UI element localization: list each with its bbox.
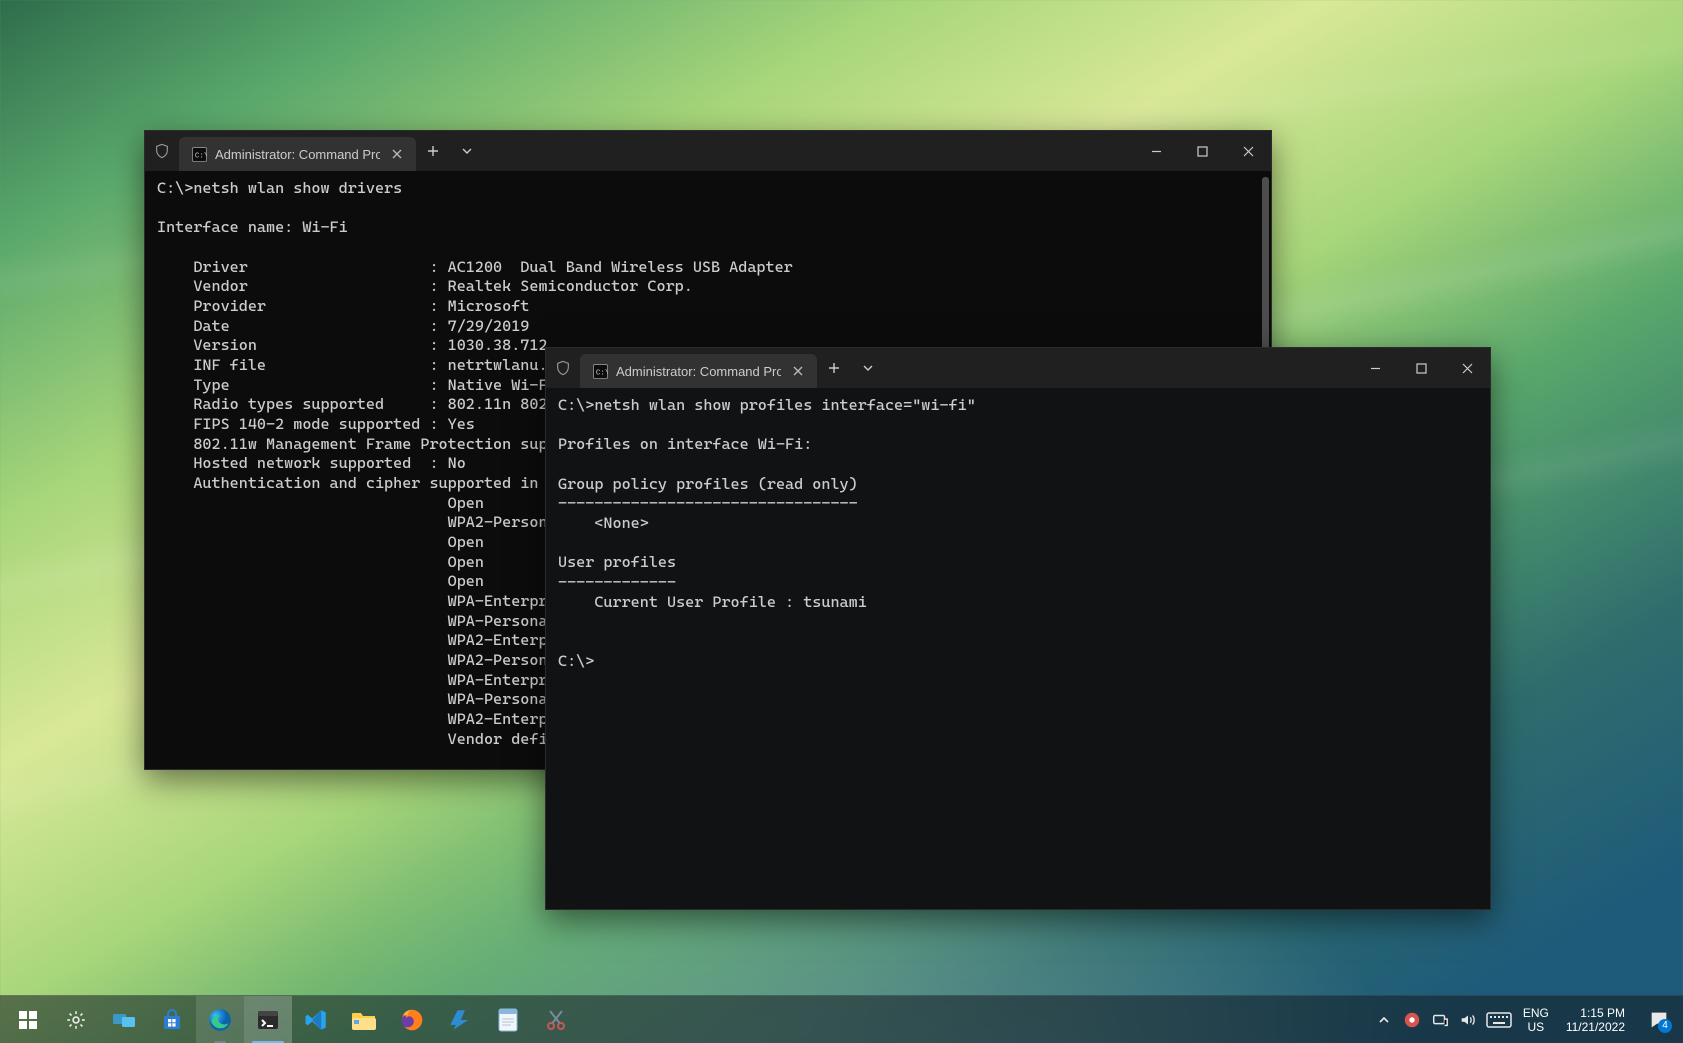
tray-chevron-icon[interactable]: [1370, 996, 1398, 1043]
clock-time: 1:15 PM: [1580, 1006, 1625, 1020]
notification-badge: 4: [1658, 1019, 1672, 1033]
tab-tools: [416, 131, 484, 171]
action-center-button[interactable]: 4: [1635, 1009, 1683, 1031]
tab-tools: [817, 348, 885, 388]
tab-dropdown-button[interactable]: [851, 348, 885, 388]
maximize-button[interactable]: [1179, 131, 1225, 171]
tab-close-button[interactable]: [388, 145, 406, 163]
maximize-button[interactable]: [1398, 348, 1444, 388]
close-button[interactable]: [1225, 131, 1271, 171]
terminal-body[interactable]: C:\>netsh wlan show profiles interface="…: [546, 388, 1490, 909]
settings-icon[interactable]: [52, 996, 100, 1043]
uac-shield-icon: [145, 131, 179, 171]
clock[interactable]: 1:15 PM 11/21/2022: [1556, 1006, 1635, 1034]
titlebar-drag-area[interactable]: [484, 131, 1133, 171]
file-explorer-icon[interactable]: [340, 996, 388, 1043]
minimize-button[interactable]: [1352, 348, 1398, 388]
start-button[interactable]: [4, 996, 52, 1043]
windows-terminal-icon[interactable]: [244, 996, 292, 1043]
notification-icon: 4: [1648, 1009, 1670, 1031]
titlebar[interactable]: C:\ Administrator: Command Prom: [145, 131, 1271, 171]
taskbar-left: [0, 996, 580, 1043]
cmd-icon: C:\: [191, 146, 207, 162]
cmd-icon: C:\: [592, 363, 608, 379]
tab-title: Administrator: Command Prom: [215, 147, 380, 162]
azure-icon[interactable]: [436, 996, 484, 1043]
volume-icon[interactable]: [1454, 996, 1482, 1043]
lang-primary: ENG: [1523, 1006, 1549, 1020]
titlebar-drag-area[interactable]: [885, 348, 1352, 388]
svg-text:C:\: C:\: [595, 369, 607, 377]
terminal-window-2[interactable]: C:\ Administrator: Command Prom: [545, 347, 1491, 910]
microsoft-store-icon[interactable]: [148, 996, 196, 1043]
terminal-output: C:\>netsh wlan show profiles interface="…: [558, 396, 1484, 671]
lang-secondary: US: [1527, 1020, 1544, 1034]
clock-date: 11/21/2022: [1566, 1020, 1625, 1034]
uac-shield-icon: [546, 348, 580, 388]
task-view-icon[interactable]: [100, 996, 148, 1043]
new-tab-button[interactable]: [416, 131, 450, 171]
vscode-icon[interactable]: [292, 996, 340, 1043]
minimize-button[interactable]: [1133, 131, 1179, 171]
tab-title: Administrator: Command Prom: [616, 364, 781, 379]
snipping-tool-icon[interactable]: [532, 996, 580, 1043]
window-controls: [1133, 131, 1271, 171]
new-tab-button[interactable]: [817, 348, 851, 388]
window-controls: [1352, 348, 1490, 388]
tray-security-icon[interactable]: [1398, 996, 1426, 1043]
svg-text:C:\: C:\: [194, 152, 206, 160]
taskbar: ENG US 1:15 PM 11/21/2022 4: [0, 995, 1683, 1043]
close-button[interactable]: [1444, 348, 1490, 388]
taskbar-spacer[interactable]: [580, 996, 1370, 1043]
titlebar[interactable]: C:\ Administrator: Command Prom: [546, 348, 1490, 388]
keyboard-icon[interactable]: [1482, 996, 1516, 1043]
tab-command-prompt[interactable]: C:\ Administrator: Command Prom: [580, 354, 817, 388]
tab-dropdown-button[interactable]: [450, 131, 484, 171]
notepad-icon[interactable]: [484, 996, 532, 1043]
tab-close-button[interactable]: [789, 362, 807, 380]
language-indicator[interactable]: ENG US: [1516, 1006, 1556, 1034]
network-icon[interactable]: [1426, 996, 1454, 1043]
firefox-icon[interactable]: [388, 996, 436, 1043]
edge-icon[interactable]: [196, 996, 244, 1043]
taskbar-right: ENG US 1:15 PM 11/21/2022 4: [1370, 996, 1683, 1043]
tab-command-prompt[interactable]: C:\ Administrator: Command Prom: [179, 137, 416, 171]
